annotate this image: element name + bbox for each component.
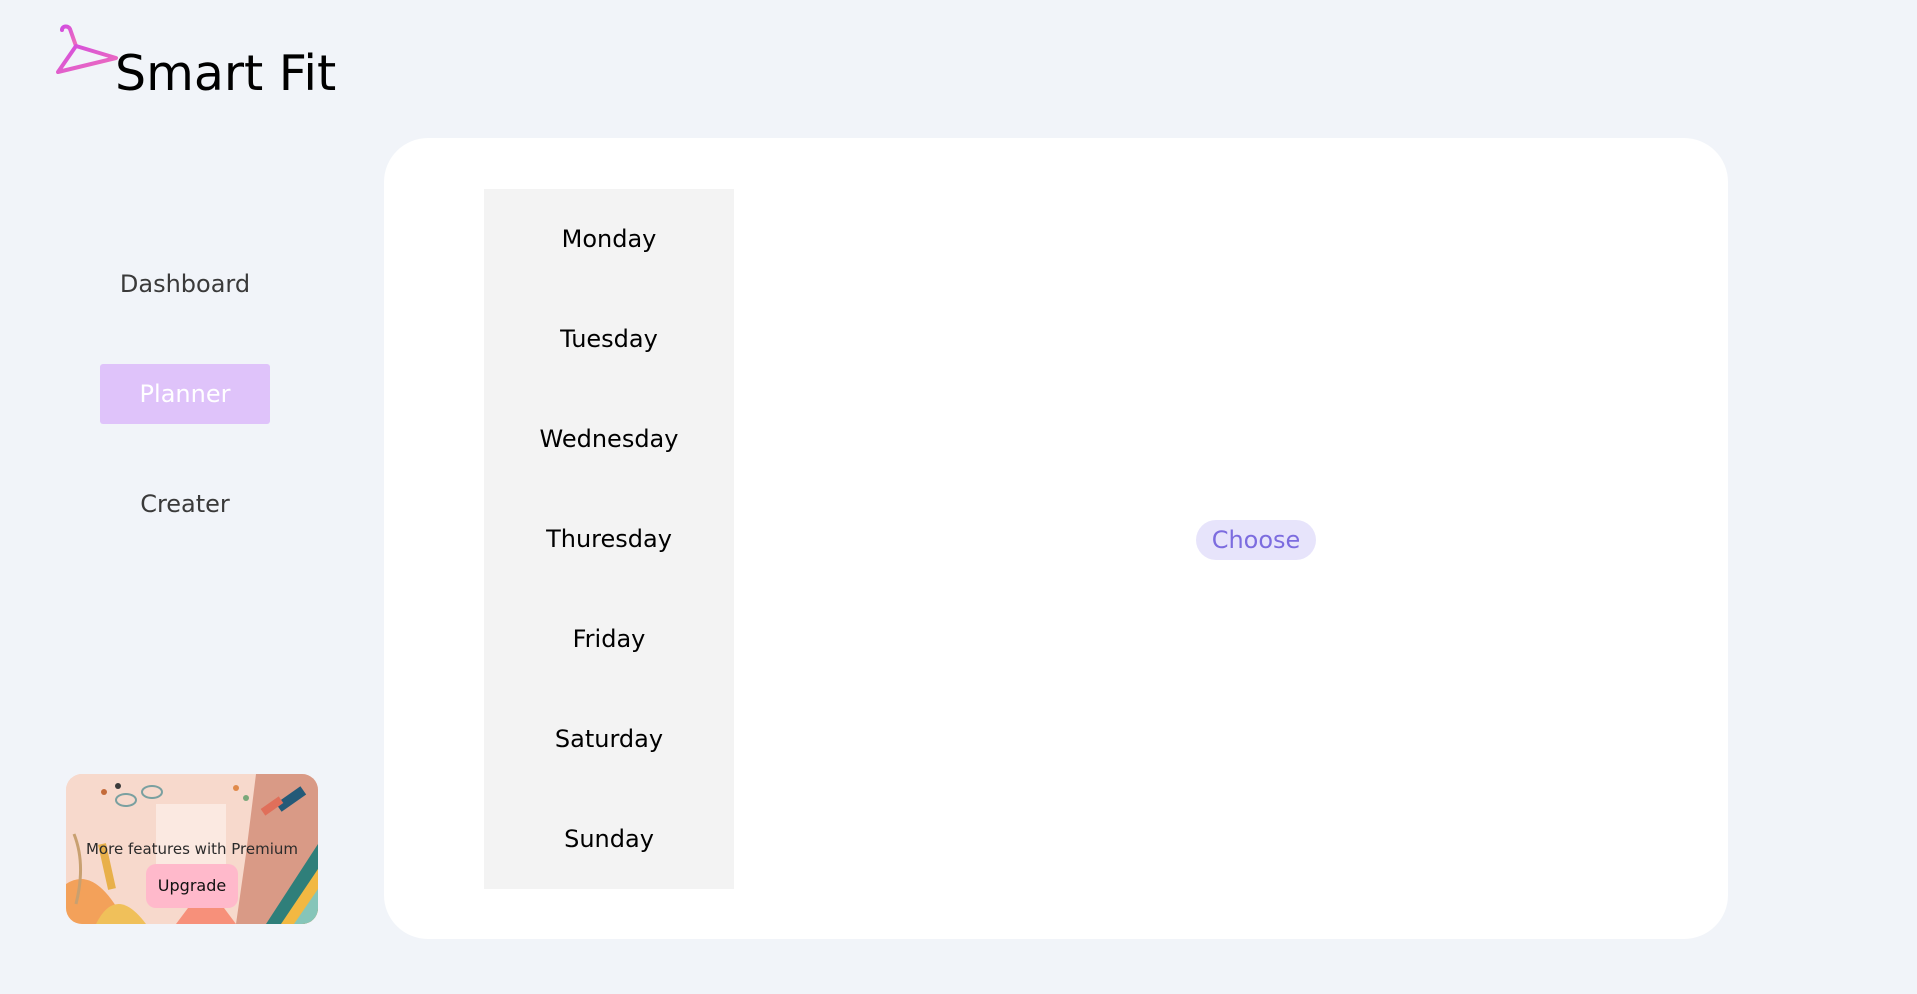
day-item-sunday[interactable]: Sunday	[484, 814, 734, 864]
choose-button[interactable]: Choose	[1196, 520, 1316, 560]
day-list: Monday Tuesday Wednesday Thuresday Frida…	[484, 189, 734, 889]
app-title: Smart Fit	[115, 45, 337, 102]
day-item-friday[interactable]: Friday	[484, 614, 734, 664]
premium-promo-card: More features with Premium Upgrade	[66, 774, 318, 924]
sidebar-item-planner[interactable]: Planner	[100, 364, 270, 424]
day-item-thursday[interactable]: Thuresday	[484, 514, 734, 564]
upgrade-button[interactable]: Upgrade	[146, 864, 238, 908]
day-item-saturday[interactable]: Saturday	[484, 714, 734, 764]
day-item-monday[interactable]: Monday	[484, 214, 734, 264]
app-logo: Smart Fit	[54, 24, 344, 104]
planner-panel: Monday Tuesday Wednesday Thuresday Frida…	[384, 138, 1728, 939]
sidebar-item-creater[interactable]: Creater	[100, 474, 270, 534]
day-item-tuesday[interactable]: Tuesday	[484, 314, 734, 364]
day-item-wednesday[interactable]: Wednesday	[484, 414, 734, 464]
sidebar-item-dashboard[interactable]: Dashboard	[100, 254, 270, 314]
promo-text: More features with Premium	[85, 840, 299, 858]
hanger-icon	[56, 24, 118, 74]
